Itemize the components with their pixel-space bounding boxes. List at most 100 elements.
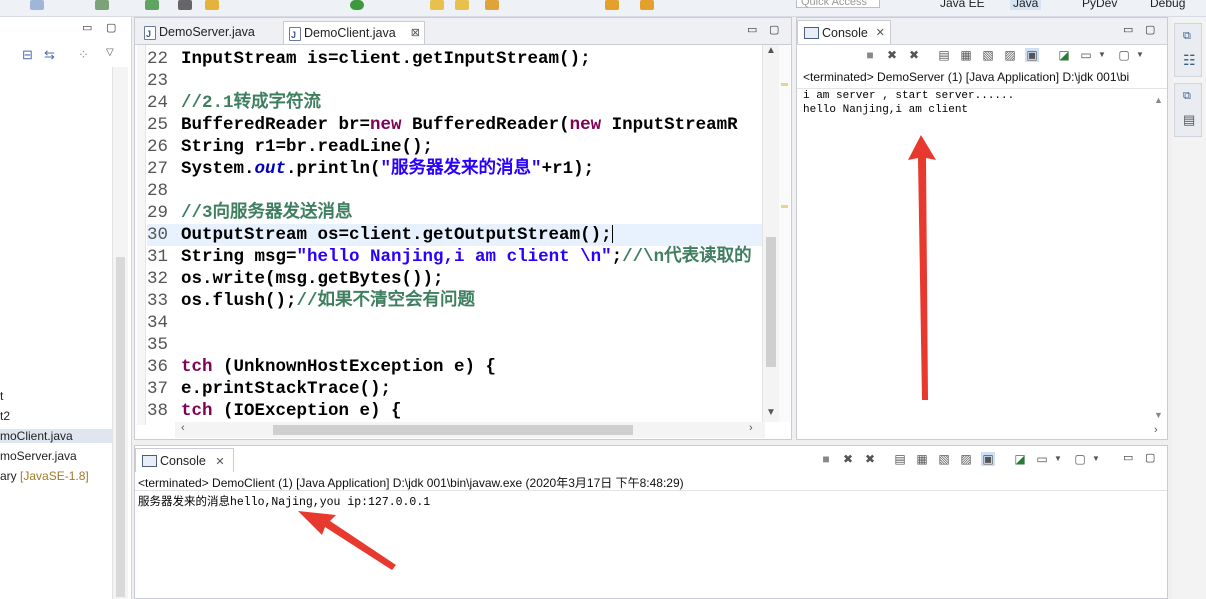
toolbar-icon[interactable] — [30, 0, 44, 10]
code-line[interactable]: 38 tch (IOException e) { — [147, 400, 402, 422]
code-line[interactable]: 30 OutputStream os=client.getOutputStream… — [147, 224, 762, 246]
minimize-icon[interactable]: ▭ — [1123, 451, 1133, 464]
code-line[interactable]: 25 BufferedReader br=new BufferedReader(n… — [147, 114, 738, 136]
new-console-icon[interactable]: ▢ — [1117, 48, 1131, 62]
chevron-down-icon[interactable]: ▼ — [1095, 48, 1109, 62]
tree-item-democlient[interactable]: moClient.java — [0, 429, 112, 443]
scrollbar-thumb[interactable] — [766, 237, 776, 367]
remove-all-icon[interactable]: ✖ — [907, 48, 921, 62]
show-stderr-icon[interactable]: ▣ — [981, 452, 995, 466]
console-output-line[interactable]: hello Nanjing,i am client — [803, 104, 968, 116]
code-line[interactable]: 24 //2.1转成字符流 — [147, 92, 321, 114]
minimize-icon[interactable]: ▭ — [1123, 23, 1133, 36]
chevron-down-icon[interactable]: ▼ — [1051, 452, 1065, 466]
filter-icon[interactable]: ⁘ — [78, 47, 89, 63]
view-menu-icon[interactable]: ▽ — [106, 47, 114, 58]
code-line[interactable]: 36 tch (UnknownHostException e) { — [147, 356, 496, 378]
pin-console-icon[interactable]: ◪ — [1013, 452, 1027, 466]
nav-back-icon[interactable] — [605, 0, 619, 10]
perspective-java-ee[interactable]: Java EE — [940, 0, 985, 10]
code-area[interactable]: 22 InputStream is=client.getInputStream()… — [147, 48, 762, 426]
close-tab-icon[interactable]: ✕ — [876, 21, 885, 45]
maximize-icon[interactable]: ▢ — [1145, 451, 1155, 464]
perspective-java[interactable]: Java — [1010, 0, 1042, 10]
toolbar-icon[interactable] — [485, 0, 499, 10]
task-list-icon[interactable]: ▤ — [1183, 112, 1195, 128]
ruler-marker[interactable] — [781, 205, 788, 208]
chevron-down-icon[interactable]: ▼ — [1089, 452, 1103, 466]
code-line[interactable]: 34 — [147, 312, 181, 334]
scroll-down-icon[interactable]: ▼ — [766, 407, 776, 418]
console-output-line[interactable]: i am server , start server...... — [803, 90, 1014, 102]
nav-forward-icon[interactable] — [640, 0, 654, 10]
scroll-up-icon[interactable]: ▲ — [1154, 95, 1163, 105]
clear-console-icon[interactable]: ▤ — [893, 452, 907, 466]
perspective-pydev[interactable]: PyDev — [1082, 0, 1117, 10]
close-tab-icon[interactable]: ✕ — [215, 456, 224, 468]
remove-launch-icon[interactable]: ✖ — [841, 452, 855, 466]
new-console-icon[interactable]: ▢ — [1073, 452, 1087, 466]
remove-launch-icon[interactable]: ✖ — [885, 48, 899, 62]
maximize-icon[interactable]: ▢ — [1145, 23, 1155, 36]
display-console-icon[interactable]: ▭ — [1035, 452, 1049, 466]
refresh-icon[interactable] — [145, 0, 159, 10]
word-wrap-icon[interactable]: ▧ — [981, 48, 995, 62]
code-line[interactable]: 33 os.flush();//如果不清空会有问题 — [147, 290, 475, 312]
terminate-icon[interactable]: ■ — [819, 452, 833, 466]
editor-vertical-scrollbar[interactable]: ▲ ▼ — [762, 45, 779, 422]
outline-icon[interactable]: ☷ — [1183, 52, 1196, 69]
scroll-left-icon[interactable]: ‹ — [181, 422, 185, 434]
toolbar-icon[interactable] — [95, 0, 109, 10]
code-line[interactable]: 27 System.out.println("服务器发来的消息"+r1); — [147, 158, 594, 180]
show-stderr-icon[interactable]: ▣ — [1025, 48, 1039, 62]
code-line[interactable]: 23 — [147, 70, 181, 92]
scroll-down-icon[interactable]: ▼ — [1154, 410, 1163, 420]
folder-icon[interactable] — [455, 0, 469, 10]
run-icon[interactable] — [350, 0, 364, 10]
show-stdout-icon[interactable]: ▨ — [1003, 48, 1017, 62]
minimize-icon[interactable]: ▭ — [747, 23, 757, 36]
scroll-lock-icon[interactable]: ▦ — [959, 48, 973, 62]
chevron-down-icon[interactable]: ▼ — [1133, 48, 1147, 62]
toolbar-icon[interactable] — [205, 0, 219, 10]
code-line[interactable]: 31 String msg="hello Nanjing,i am client … — [147, 246, 752, 268]
explorer-scrollbar[interactable] — [112, 67, 128, 599]
collapse-all-icon[interactable]: ⊟ — [22, 47, 33, 63]
pin-console-icon[interactable]: ◪ — [1057, 48, 1071, 62]
word-wrap-icon[interactable]: ▧ — [937, 452, 951, 466]
tree-item[interactable]: t — [0, 389, 3, 403]
folder-icon[interactable] — [430, 0, 444, 10]
clear-console-icon[interactable]: ▤ — [937, 48, 951, 62]
tab-demoserver[interactable]: DemoServer.java — [139, 21, 281, 46]
tab-console[interactable]: Console ✕ — [797, 20, 891, 44]
remove-all-icon[interactable]: ✖ — [863, 452, 877, 466]
scrollbar-thumb[interactable] — [273, 425, 633, 435]
scroll-lock-icon[interactable]: ▦ — [915, 452, 929, 466]
console-output-line[interactable]: 服务器发来的消息hello,Najing,you ip:127.0.0.1 — [138, 493, 430, 509]
restore-icon[interactable]: ⧉ — [1183, 30, 1191, 43]
display-console-icon[interactable]: ▭ — [1079, 48, 1093, 62]
code-line[interactable]: 26 String r1=br.readLine(); — [147, 136, 433, 158]
ruler-marker[interactable] — [781, 83, 788, 86]
scroll-right-icon[interactable]: › — [749, 422, 753, 434]
scrollbar-thumb[interactable] — [116, 257, 125, 597]
toolbar-icon[interactable] — [178, 0, 192, 10]
terminate-icon[interactable]: ■ — [863, 48, 877, 62]
perspective-debug[interactable]: Debug — [1150, 0, 1185, 10]
tree-item-demoserver[interactable]: moServer.java — [0, 449, 77, 463]
maximize-icon[interactable]: ▢ — [106, 21, 116, 34]
close-tab-icon[interactable]: ⊠ — [411, 22, 420, 45]
code-line[interactable]: 32 os.write(msg.getBytes()); — [147, 268, 444, 290]
quick-access-input[interactable]: Quick Access — [796, 0, 880, 8]
tab-democlient[interactable]: DemoClient.java ⊠ — [283, 21, 425, 47]
code-line[interactable]: 35 — [147, 334, 181, 356]
minimize-icon[interactable]: ▭ — [82, 21, 92, 34]
show-stdout-icon[interactable]: ▨ — [959, 452, 973, 466]
tab-console[interactable]: Console ✕ — [135, 448, 234, 472]
maximize-icon[interactable]: ▢ — [769, 23, 779, 36]
code-line[interactable]: 28 — [147, 180, 181, 202]
code-line[interactable]: 29 //3向服务器发送消息 — [147, 202, 353, 224]
code-line[interactable]: 37 e.printStackTrace(); — [147, 378, 391, 400]
scroll-up-icon[interactable]: ▲ — [766, 45, 776, 56]
code-line[interactable]: 22 InputStream is=client.getInputStream()… — [147, 48, 591, 70]
